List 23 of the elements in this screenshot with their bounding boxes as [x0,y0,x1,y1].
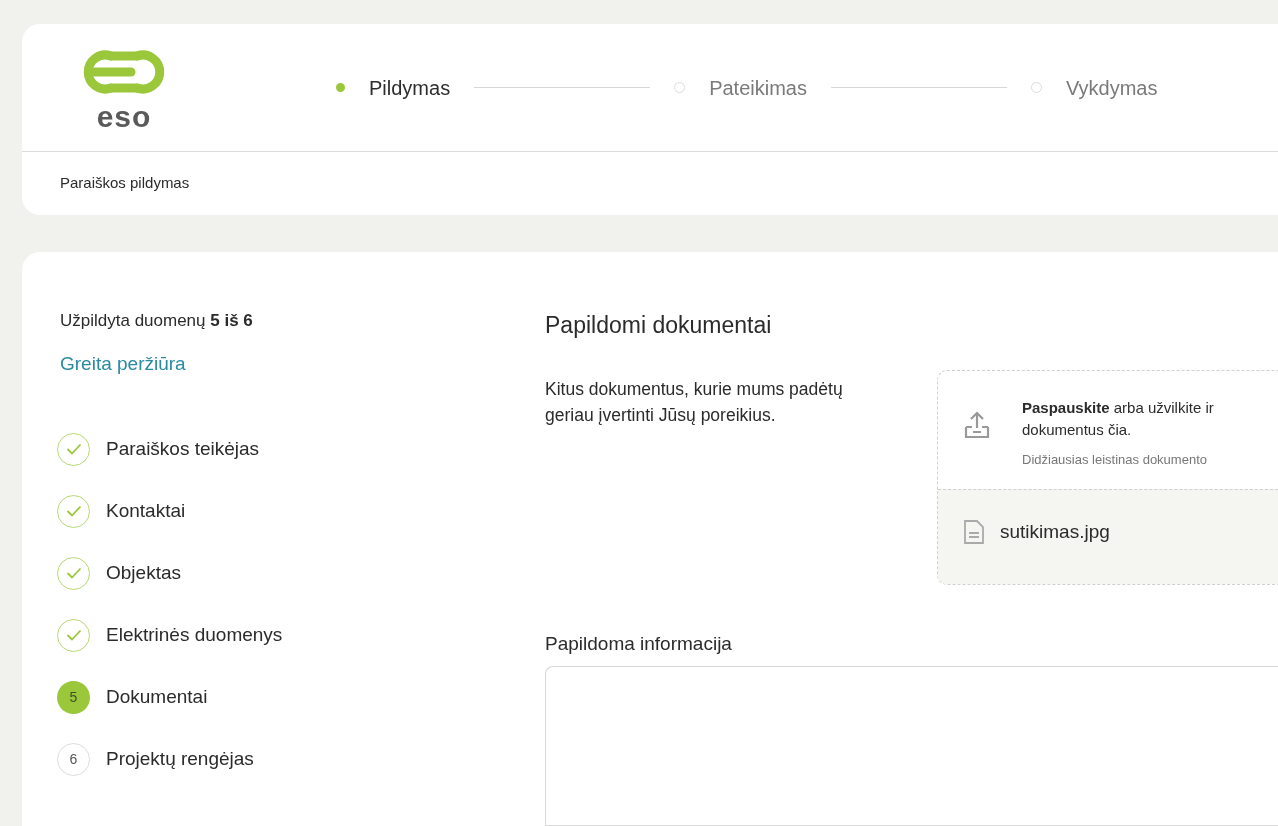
description-text: Kitus dokumentus, kurie mums padėtų geriau įvertinti Jūsų poreikius. [545,377,844,427]
upload-prompt: Paspauskite arba užvilkite ir dokumentus čia. [1022,397,1214,440]
step-number: 5 [57,680,90,714]
sidebar-item[interactable]: Paraiškos teikėjas [106,434,260,464]
sidebar-item[interactable]: Objektas [106,558,181,588]
field-label: Papildoma informacija [545,631,733,656]
sidebar-item[interactable]: Kontaktai [106,496,186,526]
progress-text: Užpildyta duomenų 5 iš 6 [60,310,254,332]
step-label: Pildymas [369,75,451,101]
breadcrumb-text: Paraiškos pildymas [60,174,190,191]
file-icon [964,520,984,545]
sidebar-item[interactable]: Projektų rengėjas [106,744,254,774]
step-label: Vykdymas [1065,75,1158,101]
quick-view-link[interactable]: Greita peržiūra [60,349,186,378]
logo-text: eso [96,101,152,132]
step-label: Pateikimas [709,75,807,101]
sidebar-item[interactable]: Elektrinės duomenys [106,620,283,650]
notes-field[interactable] [545,666,1278,826]
upload-hint: Didžiausias leistinas dokumento [1022,450,1208,469]
file-name: sutikimas.jpg [1000,520,1110,544]
section-title: Papildomi dokumentai [545,311,773,340]
sidebar-item[interactable]: Dokumentai [106,682,208,712]
upload-icon [964,410,990,439]
